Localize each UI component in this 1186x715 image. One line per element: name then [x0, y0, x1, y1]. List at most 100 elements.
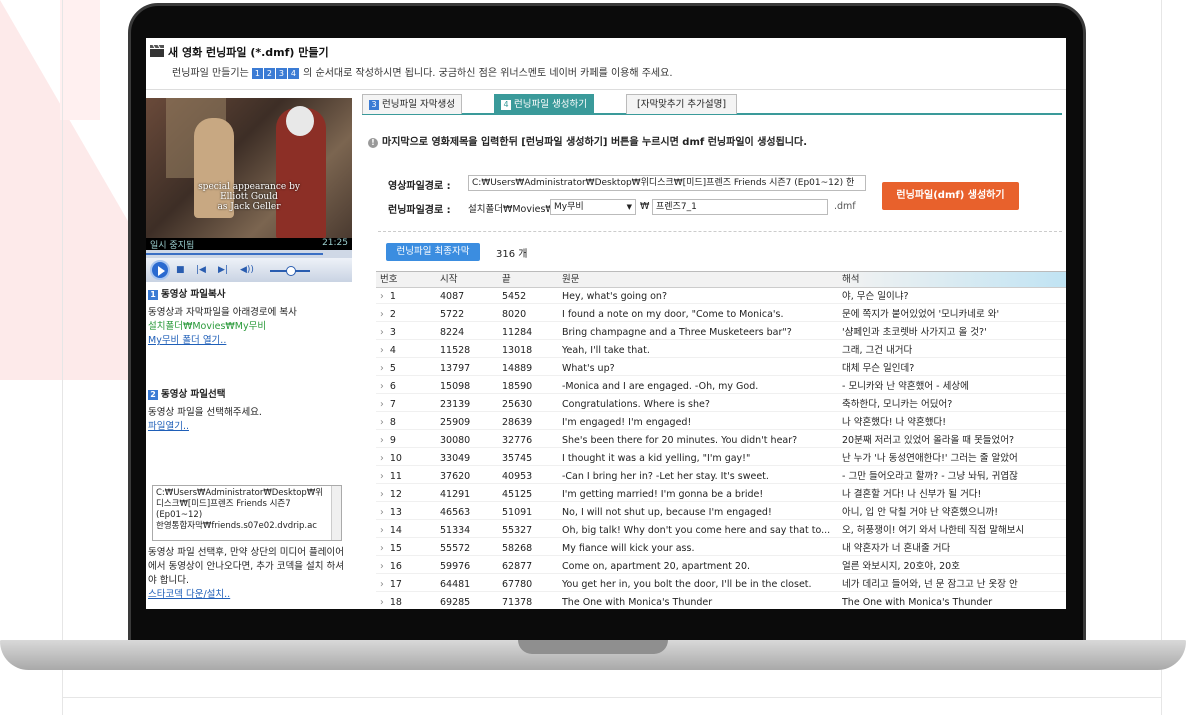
window-header: 새 영화 런닝파일 (*.dmf) 만들기 런닝파일 만들기는 1234 의 순…: [146, 38, 1066, 90]
cell-end: 28639: [502, 417, 533, 428]
table-row[interactable]: › 4 11528 13018 Yeah, I'll take that. 그래, 그건 …: [376, 343, 1066, 358]
cell-translation: 얼른 와보시지, 20호야, 20호: [842, 561, 960, 572]
chevron-right-icon[interactable]: ›: [380, 363, 384, 374]
chevron-right-icon[interactable]: ›: [380, 525, 384, 536]
cell-start: 64481: [440, 579, 471, 590]
selected-file-box[interactable]: C:₩Users₩Administrator₩Desktop₩위 디스크₩[미드…: [152, 485, 342, 541]
cell-start: 37620: [440, 471, 471, 482]
cell-translation: 문에 쪽지가 붙어있었어 '모니카네로 와': [842, 309, 1000, 320]
tab-subtitle-create[interactable]: 3 런닝파일 자막생성: [362, 94, 462, 114]
cell-original: Bring champagne and a Three Musketeers b…: [562, 327, 792, 338]
tab-running-file-create[interactable]: 4 런닝파일 생성하기: [494, 94, 594, 114]
table-row[interactable]: › 6 15098 18590 -Monica and I are engaged. -…: [376, 379, 1066, 394]
codec-download-link[interactable]: 스타코덱 다운/설치..: [148, 588, 348, 602]
info-icon: !: [368, 138, 378, 148]
codec-help: 동영상 파일 선택후, 만약 상단의 미디어 플레이어에서 동영상이 안나오다면…: [148, 546, 348, 602]
chevron-right-icon[interactable]: ›: [380, 543, 384, 554]
file-box-scrollbar[interactable]: [331, 486, 341, 540]
stop-icon[interactable]: ■: [176, 265, 185, 275]
cell-start: 46563: [440, 507, 471, 518]
tab-label: 런닝파일 생성하기: [514, 99, 587, 110]
folder-select[interactable]: My무비 ▼: [550, 199, 636, 215]
row-number: 18: [389, 597, 402, 608]
table-row[interactable]: › 18 69285 71378 The One with Monica's Thund…: [376, 595, 1066, 609]
chevron-right-icon[interactable]: ›: [380, 399, 384, 410]
chevron-right-icon[interactable]: ›: [380, 381, 384, 392]
row-number: 14: [389, 525, 402, 536]
cell-number: › 15: [380, 541, 440, 556]
cell-translation: 야, 무슨 일이냐?: [842, 291, 909, 302]
next-icon[interactable]: ▶|: [218, 265, 228, 275]
cell-translation: 그래, 그건 내거다: [842, 345, 913, 356]
previous-icon[interactable]: |◀: [196, 265, 206, 275]
column-header-start[interactable]: 시작: [440, 272, 502, 287]
open-file-link[interactable]: 파일열기..: [148, 420, 348, 434]
cell-number: › 12: [380, 487, 440, 502]
chevron-right-icon[interactable]: ›: [380, 561, 384, 572]
chevron-right-icon[interactable]: ›: [380, 579, 384, 590]
chevron-right-icon[interactable]: ›: [380, 597, 384, 608]
table-row[interactable]: › 8 25909 28639 I'm engaged! I'm engaged! 나 약…: [376, 415, 1066, 430]
subtitle-table[interactable]: 번호 시작 끝 원문 해석 › 1 4087 5452 Hey, what's goin…: [376, 271, 1066, 609]
step2-badge: 2: [148, 390, 158, 400]
table-row[interactable]: › 13 46563 51091 No, I will not shut up, bec…: [376, 505, 1066, 520]
cell-original: You get her in, you bolt the door, I'll …: [562, 579, 812, 590]
seek-bar[interactable]: [146, 250, 352, 258]
step2-description: 동영상 파일을 선택해주세요.: [148, 407, 262, 418]
cell-start: 13797: [440, 363, 471, 374]
video-frame[interactable]: special appearance by Elliott Gould as J…: [146, 98, 352, 238]
tab-number: 4: [501, 100, 511, 110]
table-row[interactable]: › 9 30080 32776 She's been there for 20 minu…: [376, 433, 1066, 448]
movie-title-input[interactable]: 프렌즈7_1: [652, 199, 828, 215]
step-badge-2: 2: [263, 68, 275, 79]
column-header-number[interactable]: 번호: [380, 272, 440, 287]
table-row[interactable]: › 2 5722 8020 I found a note on my door, "Co…: [376, 307, 1066, 322]
table-row[interactable]: › 14 51334 55327 Oh, big talk! Why don't you…: [376, 523, 1066, 538]
chevron-right-icon[interactable]: ›: [380, 471, 384, 482]
video-caption: special appearance by Elliott Gould as J…: [146, 182, 352, 212]
player-time: 21:25: [322, 238, 348, 248]
chevron-right-icon[interactable]: ›: [380, 453, 384, 464]
chevron-right-icon[interactable]: ›: [380, 435, 384, 446]
cell-start: 4087: [440, 291, 465, 302]
tab-sync-help[interactable]: [자막맞추기 추가설명]: [626, 94, 738, 114]
table-row[interactable]: › 1 4087 5452 Hey, what's going on? 야, 무슨 일이냐…: [376, 289, 1066, 304]
chevron-right-icon[interactable]: ›: [380, 345, 384, 356]
table-row[interactable]: › 12 41291 45125 I'm getting married! I'm go…: [376, 487, 1066, 502]
open-mymovie-folder-link[interactable]: My무비 폴더 열기..: [148, 334, 348, 348]
table-row[interactable]: › 11 37620 40953 -Can I bring her in? -Let h…: [376, 469, 1066, 484]
cell-end: 5452: [502, 291, 527, 302]
chevron-right-icon[interactable]: ›: [380, 327, 384, 338]
column-header-end[interactable]: 끝: [502, 272, 556, 287]
chevron-right-icon[interactable]: ›: [380, 309, 384, 320]
window-subtitle: 런닝파일 만들기는 1234 의 순서대로 작성하시면 됩니다. 궁금하신 점은…: [172, 64, 673, 79]
table-row[interactable]: › 3 8224 11284 Bring champagne and a Three M…: [376, 325, 1066, 340]
volume-icon[interactable]: ◀)): [240, 265, 254, 275]
cell-end: 55327: [502, 525, 533, 536]
table-row[interactable]: › 10 33049 35745 I thought it was a kid yell…: [376, 451, 1066, 466]
player-controls: ■ |◀ ▶| ◀)): [146, 258, 352, 282]
video-path-field[interactable]: C:₩Users₩Administrator₩Desktop₩위디스크₩[미드]…: [468, 175, 866, 191]
table-row[interactable]: › 15 55572 58268 My fiance will kick your as…: [376, 541, 1066, 556]
cell-end: 40953: [502, 471, 533, 482]
row-number: 13: [389, 507, 402, 518]
play-button[interactable]: [150, 260, 170, 280]
column-header-original[interactable]: 원문: [562, 272, 852, 287]
video-path-label: 영상파일경로 :: [388, 181, 451, 192]
cell-translation: 축하한다, 모니카는 어딨어?: [842, 399, 953, 410]
cell-translation: 내 약혼자가 너 혼내줄 거다: [842, 543, 951, 554]
create-running-file-button[interactable]: 런닝파일(dmf) 생성하기: [882, 182, 1019, 210]
volume-slider-handle[interactable]: [286, 266, 296, 276]
chevron-right-icon[interactable]: ›: [380, 507, 384, 518]
laptop-notch: [518, 640, 668, 654]
table-row[interactable]: › 7 23139 25630 Congratulations. Where is sh…: [376, 397, 1066, 412]
chevron-right-icon[interactable]: ›: [380, 489, 384, 500]
table-row[interactable]: › 5 13797 14889 What's up? 대체 무슨 일인데?: [376, 361, 1066, 376]
column-header-translation[interactable]: 해석: [842, 272, 1066, 287]
background-left-rule: [62, 0, 63, 715]
chevron-right-icon[interactable]: ›: [380, 417, 384, 428]
table-row[interactable]: › 16 59976 62877 Come on, apartment 20, apar…: [376, 559, 1066, 574]
final-subtitle-button[interactable]: 런닝파일 최종자막: [386, 243, 480, 261]
table-row[interactable]: › 17 64481 67780 You get her in, you bolt th…: [376, 577, 1066, 592]
chevron-right-icon[interactable]: ›: [380, 291, 384, 302]
